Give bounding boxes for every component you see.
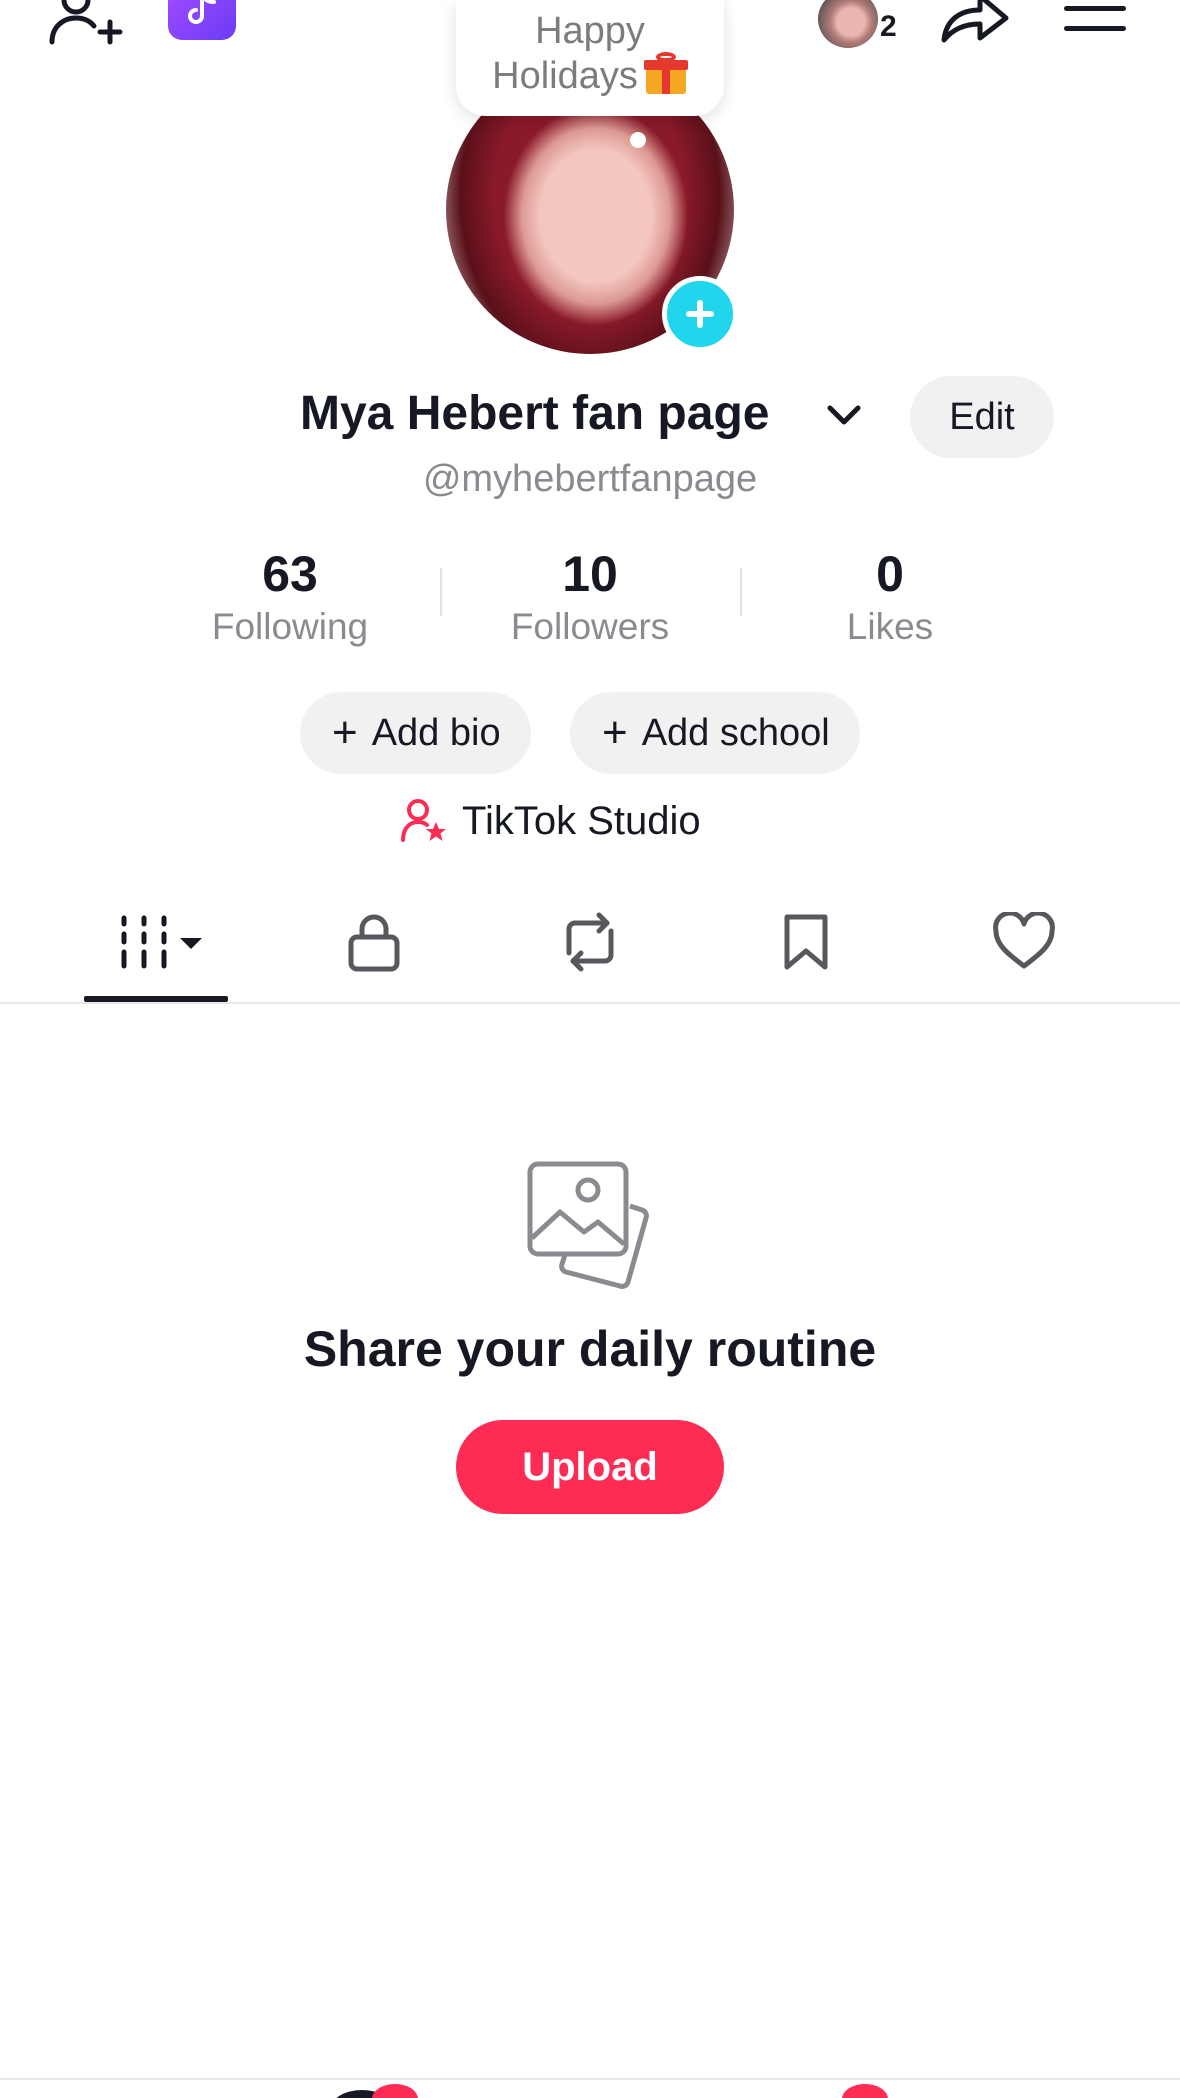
menu-icon[interactable]: [1064, 6, 1126, 36]
tiktok-app-icon[interactable]: [168, 0, 236, 40]
gift-icon: [643, 52, 688, 94]
upload-button[interactable]: Upload: [456, 1420, 724, 1514]
edit-button[interactable]: Edit: [910, 376, 1054, 458]
username: @myhebertfanpage: [422, 458, 758, 500]
studio-icon: [401, 799, 446, 842]
share-icon[interactable]: [938, 0, 1012, 46]
holiday-line-2: Holidays: [456, 52, 724, 98]
tab-saved[interactable]: [698, 880, 914, 1004]
heart-icon: [993, 912, 1055, 969]
add-avatar-plus-icon[interactable]: [662, 276, 738, 352]
holiday-line-2-text: Holidays: [492, 55, 638, 97]
holiday-bubble[interactable]: Happy Holidays: [456, 0, 724, 116]
following-label: Following: [211, 606, 369, 647]
tab-videos[interactable]: [48, 880, 264, 1004]
videos-grid-icon: [121, 915, 202, 969]
bubble-tail-dot: [630, 132, 646, 148]
add-friend-icon[interactable]: [44, 0, 124, 48]
photos-icon: [526, 1160, 656, 1290]
notification-badge: [842, 2084, 888, 2098]
followers-count: 10: [562, 546, 618, 602]
stories-count-badge: 2: [880, 10, 897, 43]
followers-label: Followers: [510, 606, 670, 647]
likes-count: 0: [876, 546, 904, 602]
stories-avatar[interactable]: [818, 0, 878, 48]
empty-state-title: Share your daily routine: [303, 1321, 877, 1377]
bookmark-icon: [784, 914, 828, 970]
add-bio-label: Add bio: [371, 711, 501, 754]
chevron-down-icon[interactable]: [826, 404, 862, 428]
add-bio-button[interactable]: + Add bio: [300, 692, 531, 774]
tiktok-studio-label: TikTok Studio: [462, 798, 701, 843]
following-count: 63: [262, 546, 318, 602]
stat-followers[interactable]: 10 Followers: [440, 544, 740, 648]
plus-icon: +: [332, 708, 358, 757]
display-name[interactable]: Mya Hebert fan page: [300, 386, 769, 441]
add-school-button[interactable]: + Add school: [570, 692, 860, 774]
holiday-line-1: Happy: [535, 10, 645, 52]
tab-private[interactable]: [266, 880, 482, 1004]
plus-icon: +: [602, 708, 628, 757]
notification-badge: [372, 2084, 418, 2098]
repost-icon: [566, 912, 614, 972]
bottom-nav-border: [0, 2078, 1180, 2080]
lock-icon: [348, 914, 400, 972]
tab-reposts[interactable]: [482, 880, 698, 1004]
stat-following[interactable]: 63 Following: [140, 544, 440, 648]
stat-likes[interactable]: 0 Likes: [740, 544, 1040, 648]
add-school-label: Add school: [641, 711, 830, 754]
likes-label: Likes: [846, 606, 934, 647]
tab-liked[interactable]: [916, 880, 1132, 1004]
active-tab-indicator: [84, 996, 228, 1002]
profile-tabs: [0, 880, 1180, 1004]
tiktok-studio-link[interactable]: TikTok Studio: [400, 796, 701, 846]
